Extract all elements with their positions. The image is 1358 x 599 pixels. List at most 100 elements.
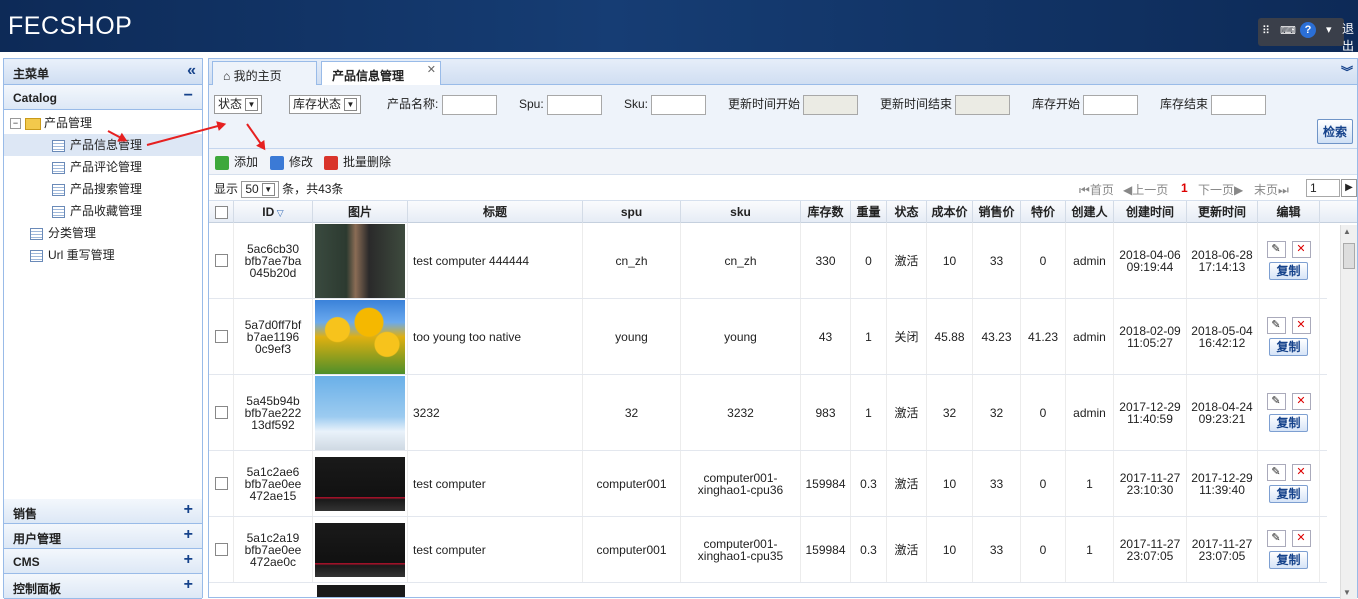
tab-home[interactable]: ⌂ 我的主页 — [212, 61, 317, 85]
batch-delete-label: 批量删除 — [343, 155, 392, 169]
spu-input[interactable] — [547, 94, 603, 115]
copy-button[interactable]: 复制 — [1269, 551, 1308, 569]
plus-icon[interactable]: + — [184, 576, 193, 594]
delete-icon[interactable]: ✕ — [1291, 241, 1311, 258]
tree-collapse-icon[interactable]: − — [10, 118, 21, 130]
table-row[interactable]: 5a1c2ae6 bfb7ae0ee 472ae15 test computer com… — [209, 451, 1327, 517]
product-image[interactable] — [315, 451, 405, 516]
first-page-link[interactable]: ⏮首页 — [1079, 181, 1114, 198]
add-button[interactable]: 添加 — [215, 154, 258, 170]
cell-text: 2017-12-29 11:40:59 — [1119, 399, 1181, 426]
next-page-link[interactable]: 下一页▶ — [1198, 181, 1243, 198]
row-checkbox[interactable] — [214, 330, 228, 343]
chevron-double-down-icon[interactable]: ︾ — [1341, 63, 1353, 80]
updated-start-input[interactable] — [803, 94, 859, 115]
product-image[interactable] — [315, 517, 405, 582]
table-row[interactable]: 5a7d0ff7bf b7ae1196 0c9ef3 too young too na… — [209, 299, 1327, 375]
help-icon[interactable]: ? — [1300, 22, 1316, 38]
logout-link[interactable]: 退出 — [1342, 20, 1358, 54]
copy-button[interactable]: 复制 — [1269, 485, 1308, 503]
row-checkbox[interactable] — [214, 543, 228, 556]
tree-node-category[interactable]: 分类管理 — [30, 222, 96, 244]
batch-delete-button[interactable]: 批量删除 — [324, 154, 391, 170]
copy-button[interactable]: 复制 — [1269, 338, 1308, 356]
row-checkbox[interactable] — [214, 254, 228, 267]
accordion-users[interactable]: 用户管理 + — [4, 524, 202, 549]
plus-icon[interactable]: + — [184, 526, 193, 544]
tree-node-product-review[interactable]: 产品评论管理 — [52, 156, 142, 178]
table-row[interactable]: 5a1c2a19 bfb7ae0ee 472ae0c test computer com… — [209, 517, 1327, 583]
column-header-select-all[interactable] — [209, 201, 234, 223]
keyboard-icon[interactable]: ⌨ — [1280, 24, 1296, 37]
delete-icon[interactable]: ✕ — [1291, 530, 1311, 547]
cell-text: too young too native — [413, 329, 522, 344]
cell-text: 5a1c2a19 bfb7ae0ee 472ae0c — [244, 530, 302, 569]
accordion-label: 销售 — [13, 507, 38, 521]
cell-cost: 10 — [927, 223, 973, 298]
delete-icon[interactable]: ✕ — [1291, 464, 1311, 481]
edit-button[interactable]: 修改 — [270, 154, 313, 170]
tree-node-url-rewrite[interactable]: Url 重写管理 — [30, 244, 115, 266]
edit-icon[interactable]: ✎ — [1266, 393, 1286, 410]
select-all-checkbox[interactable] — [214, 206, 228, 220]
stock-status-select-value: 库存状态 — [293, 97, 342, 111]
search-button[interactable]: 检索 — [1316, 119, 1353, 144]
table-row[interactable]: 5a45b94b bfb7ae222 13df592 3232 32 3232 983 1 激活… — [209, 375, 1327, 451]
tree-node-product-search[interactable]: 产品搜索管理 — [52, 178, 142, 200]
plus-icon[interactable]: + — [184, 501, 193, 519]
delete-icon — [324, 155, 338, 170]
header-toolbar: ⠿ ⌨ ? ▾ — [1258, 18, 1344, 46]
stock-end-input[interactable] — [1211, 94, 1267, 115]
scroll-down-icon[interactable]: ▼ — [1343, 588, 1351, 597]
tree-node-product-favorite[interactable]: 产品收藏管理 — [52, 200, 142, 222]
stock-status-select[interactable]: 库存状态 ▼ — [289, 94, 362, 114]
page-size-select[interactable]: 50 ▼ — [241, 181, 279, 198]
product-image[interactable] — [315, 299, 405, 374]
column-header-weight: 重量 — [851, 201, 887, 223]
prev-page-link[interactable]: ◀上一页 — [1123, 181, 1168, 198]
chevron-down-icon[interactable]: ▾ — [1326, 23, 1332, 36]
accordion-cms[interactable]: CMS + — [4, 549, 202, 574]
product-name-input[interactable] — [441, 94, 497, 115]
sort-icon[interactable]: ▽ — [274, 208, 284, 218]
action-toolbar: 添加 修改 批量删除 — [209, 149, 1357, 175]
product-image[interactable] — [315, 375, 405, 450]
table-row[interactable] — [209, 583, 1327, 597]
edit-icon[interactable]: ✎ — [1266, 241, 1286, 258]
copy-button[interactable]: 复制 — [1269, 262, 1308, 280]
document-icon — [52, 205, 65, 218]
row-checkbox[interactable] — [214, 406, 228, 419]
product-image[interactable] — [317, 585, 405, 597]
scroll-thumb[interactable] — [1343, 243, 1355, 269]
vertical-scrollbar[interactable]: ▲ ▼ — [1340, 225, 1357, 599]
status-select[interactable]: 状态 ▼ — [214, 94, 263, 114]
sku-input[interactable] — [651, 94, 707, 115]
close-icon[interactable]: ✕ — [427, 63, 436, 76]
stock-start-input[interactable] — [1083, 94, 1139, 115]
edit-icon[interactable]: ✎ — [1266, 530, 1286, 547]
go-arrow-icon[interactable]: ▶ — [1341, 179, 1357, 197]
collapse-icon[interactable]: « — [187, 62, 196, 80]
tab-product-info[interactable]: 产品信息管理 ✕ — [321, 61, 441, 86]
minus-icon[interactable]: − — [184, 87, 193, 105]
accordion-catalog[interactable]: Catalog − — [4, 85, 202, 110]
table-row[interactable]: 5ac6cb30 bfb7ae7ba 045b20d test computer 44… — [209, 223, 1327, 299]
accordion-control-panel[interactable]: 控制面板 + — [4, 574, 202, 599]
row-checkbox[interactable] — [214, 477, 228, 490]
grid-icon[interactable]: ⠿ — [1262, 24, 1270, 37]
page-goto-input[interactable]: 1 — [1306, 179, 1340, 197]
cell-price: 43.23 — [973, 299, 1021, 374]
tree-node-product-manage[interactable]: − 产品管理 — [10, 112, 92, 134]
scroll-up-icon[interactable]: ▲ — [1343, 227, 1351, 236]
delete-icon[interactable]: ✕ — [1291, 393, 1311, 410]
accordion-sales[interactable]: 销售 + — [4, 499, 202, 524]
edit-icon[interactable]: ✎ — [1266, 464, 1286, 481]
plus-icon[interactable]: + — [184, 551, 193, 569]
copy-button[interactable]: 复制 — [1269, 414, 1308, 432]
updated-end-input[interactable] — [955, 94, 1011, 115]
product-image[interactable] — [315, 223, 405, 298]
delete-icon[interactable]: ✕ — [1291, 317, 1311, 334]
last-page-link[interactable]: 末页⏭ — [1254, 181, 1289, 198]
updated-start-label: 更新时间开始 — [728, 97, 801, 111]
edit-icon[interactable]: ✎ — [1266, 317, 1286, 334]
